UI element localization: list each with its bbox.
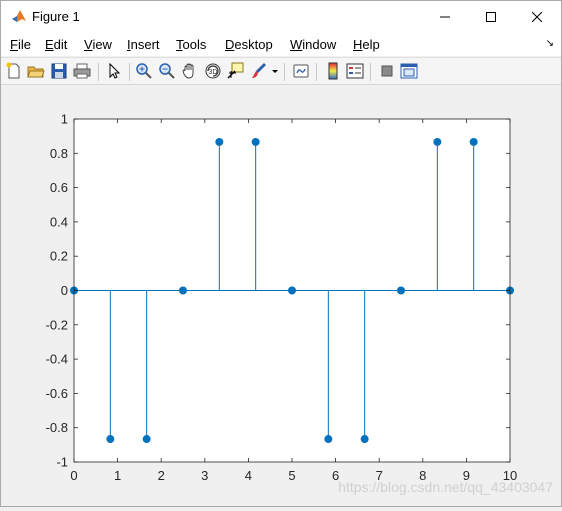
close-button[interactable] bbox=[514, 1, 560, 32]
stem-plot[interactable]: 0 1 2 3 4 5 6 7 8 9 1010.80.60.40.20-0.2-0.4-0.6-0… bbox=[1, 86, 561, 506]
stem-marker[interactable] bbox=[288, 286, 296, 295]
x-tick-label: 1 bbox=[114, 468, 121, 483]
stem-marker[interactable] bbox=[215, 137, 224, 146]
x-tick-label: 5 bbox=[288, 468, 295, 483]
figure-canvas[interactable]: 0 1 2 3 4 5 6 7 8 9 10 1 0.8 0.6 0.4 0.2 0 -0.2 -0.4 -0.6 -0… bbox=[1, 86, 561, 506]
toolbar-separator bbox=[316, 63, 317, 81]
y-tick-label: 0.4 bbox=[50, 214, 68, 229]
save-icon[interactable] bbox=[50, 62, 68, 80]
menu-window[interactable]: Window bbox=[290, 37, 336, 52]
window-title: Figure 1 bbox=[32, 9, 80, 24]
menu-file[interactable]: File bbox=[10, 37, 31, 52]
figure-toolbar: 3D bbox=[1, 57, 561, 85]
y-tick-label: -0.8 bbox=[46, 420, 68, 435]
y-tick-label: 1 bbox=[61, 112, 68, 127]
pan-hand-icon[interactable] bbox=[181, 62, 199, 80]
svg-text:3D: 3D bbox=[209, 69, 218, 76]
x-tick-label: 4 bbox=[245, 468, 252, 483]
y-tick-label: -0.6 bbox=[46, 386, 68, 401]
brush-dropdown-icon[interactable] bbox=[271, 62, 279, 80]
x-tick-label: 0 bbox=[70, 468, 77, 483]
data-cursor-icon[interactable] bbox=[227, 62, 245, 80]
minimize-icon bbox=[440, 16, 450, 17]
menu-view[interactable]: View bbox=[84, 37, 112, 52]
y-tick-label: -0.2 bbox=[46, 317, 68, 332]
zoom-in-icon[interactable] bbox=[135, 62, 153, 80]
open-file-icon[interactable] bbox=[27, 62, 45, 80]
menu-desktop[interactable]: Desktop bbox=[225, 37, 273, 52]
maximize-button[interactable] bbox=[468, 1, 514, 32]
colorbar-icon[interactable] bbox=[324, 62, 342, 80]
toolbar-separator bbox=[129, 63, 130, 81]
show-plot-tools-icon[interactable] bbox=[400, 62, 418, 80]
minimize-button[interactable] bbox=[422, 1, 468, 32]
toolbar-separator bbox=[98, 63, 99, 81]
brush-icon[interactable] bbox=[250, 62, 268, 80]
stem-marker[interactable] bbox=[106, 435, 115, 444]
close-icon bbox=[532, 11, 542, 22]
stem-marker[interactable] bbox=[251, 137, 260, 146]
y-tick-label: 0.6 bbox=[50, 180, 68, 195]
stem-marker[interactable] bbox=[179, 286, 187, 295]
menu-help[interactable]: Help bbox=[353, 37, 380, 52]
x-tick-label: 2 bbox=[158, 468, 165, 483]
toolbar-separator bbox=[284, 63, 285, 81]
menu-overflow-arrow-icon[interactable]: ↘ bbox=[546, 38, 554, 49]
matlab-logo-icon bbox=[11, 8, 27, 24]
y-tick-label: 0 bbox=[61, 283, 68, 298]
stem-marker[interactable] bbox=[397, 286, 405, 295]
new-figure-icon[interactable] bbox=[5, 62, 23, 80]
link-plot-icon[interactable] bbox=[292, 62, 310, 80]
y-tick-label: 0.8 bbox=[50, 146, 68, 161]
print-icon[interactable] bbox=[73, 62, 91, 80]
maximize-icon bbox=[486, 11, 496, 22]
menu-tools[interactable]: Tools bbox=[176, 37, 206, 52]
figure-window: Figure 1 File Edit View Insert Tools Des… bbox=[0, 0, 562, 507]
legend-icon[interactable] bbox=[346, 62, 364, 80]
title-bar[interactable]: Figure 1 bbox=[1, 1, 561, 32]
stem-marker[interactable] bbox=[324, 435, 333, 444]
menu-insert[interactable]: Insert bbox=[127, 37, 160, 52]
y-tick-label: 0.2 bbox=[50, 249, 68, 264]
edit-plot-arrow-icon[interactable] bbox=[105, 62, 123, 80]
stem-marker[interactable] bbox=[360, 435, 369, 444]
y-tick-label: -0.4 bbox=[46, 352, 68, 367]
hide-plot-tools-icon[interactable] bbox=[378, 62, 396, 80]
toolbar-separator bbox=[370, 63, 371, 81]
rotate-3d-icon[interactable]: 3D bbox=[204, 62, 222, 80]
stem-marker[interactable] bbox=[142, 435, 151, 444]
zoom-out-icon[interactable] bbox=[158, 62, 176, 80]
x-tick-label: 3 bbox=[201, 468, 208, 483]
stem-marker[interactable] bbox=[433, 137, 442, 146]
menu-bar: File Edit View Insert Tools Desktop Wind… bbox=[1, 32, 561, 56]
stem-marker[interactable] bbox=[469, 137, 478, 146]
menu-edit[interactable]: Edit bbox=[45, 37, 67, 52]
watermark-text: https://blog.csdn.net/qq_43403047 bbox=[338, 479, 553, 495]
y-tick-label: -1 bbox=[56, 455, 68, 470]
